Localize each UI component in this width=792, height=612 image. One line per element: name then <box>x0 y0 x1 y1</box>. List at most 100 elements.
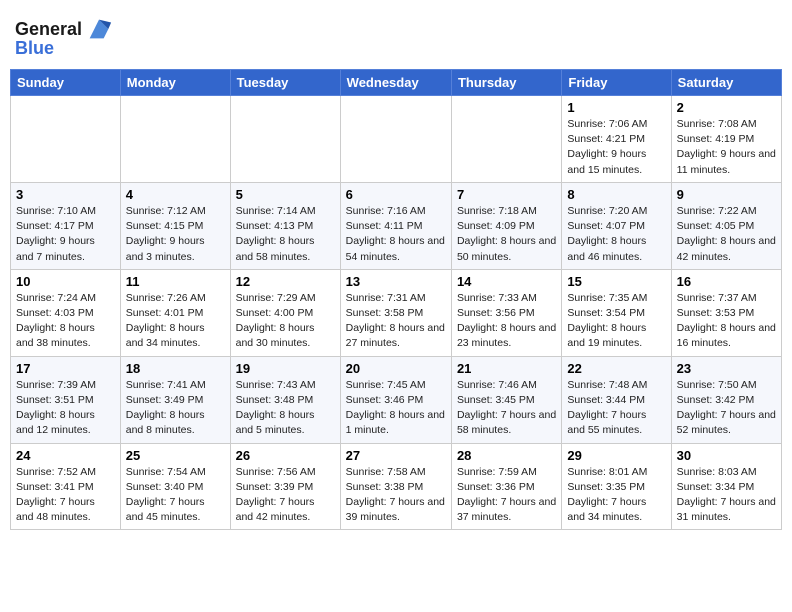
calendar-cell: 29 Sunrise: 8:01 AM Sunset: 3:35 PM Dayli… <box>562 443 671 530</box>
day-info: Sunrise: 7:26 AM Sunset: 4:01 PM Dayligh… <box>126 291 225 352</box>
day-number: 11 <box>126 274 225 289</box>
day-info: Sunrise: 7:31 AM Sunset: 3:58 PM Dayligh… <box>346 291 446 352</box>
calendar-cell <box>230 96 340 183</box>
day-info: Sunrise: 7:12 AM Sunset: 4:15 PM Dayligh… <box>126 204 225 265</box>
weekday-header-row: SundayMondayTuesdayWednesdayThursdayFrid… <box>11 70 782 96</box>
day-info: Sunrise: 7:35 AM Sunset: 3:54 PM Dayligh… <box>567 291 665 352</box>
weekday-header-wednesday: Wednesday <box>340 70 451 96</box>
calendar-cell <box>451 96 561 183</box>
day-info: Sunrise: 7:46 AM Sunset: 3:45 PM Dayligh… <box>457 378 556 439</box>
day-number: 4 <box>126 187 225 202</box>
day-number: 23 <box>677 361 776 376</box>
day-number: 10 <box>16 274 115 289</box>
calendar-week-row: 17 Sunrise: 7:39 AM Sunset: 3:51 PM Dayli… <box>11 356 782 443</box>
day-number: 12 <box>236 274 335 289</box>
day-number: 30 <box>677 448 776 463</box>
calendar-cell: 5Sunrise: 7:14 AM Sunset: 4:13 PM Daylig… <box>230 182 340 269</box>
calendar-cell: 27 Sunrise: 7:58 AM Sunset: 3:38 PM Dayli… <box>340 443 451 530</box>
day-info: Sunrise: 7:59 AM Sunset: 3:36 PM Dayligh… <box>457 465 556 526</box>
day-number: 18 <box>126 361 225 376</box>
calendar-cell: 21 Sunrise: 7:46 AM Sunset: 3:45 PM Dayli… <box>451 356 561 443</box>
calendar-cell <box>120 96 230 183</box>
day-info: Sunrise: 7:56 AM Sunset: 3:39 PM Dayligh… <box>236 465 335 526</box>
day-info: Sunrise: 8:01 AM Sunset: 3:35 PM Dayligh… <box>567 465 665 526</box>
calendar-week-row: 10 Sunrise: 7:24 AM Sunset: 4:03 PM Dayli… <box>11 269 782 356</box>
calendar-cell: 23 Sunrise: 7:50 AM Sunset: 3:42 PM Dayli… <box>671 356 781 443</box>
calendar-cell: 13Sunrise: 7:31 AM Sunset: 3:58 PM Dayli… <box>340 269 451 356</box>
calendar-cell: 8 Sunrise: 7:20 AM Sunset: 4:07 PM Daylig… <box>562 182 671 269</box>
calendar-cell: 18Sunrise: 7:41 AM Sunset: 3:49 PM Dayli… <box>120 356 230 443</box>
weekday-header-thursday: Thursday <box>451 70 561 96</box>
weekday-header-friday: Friday <box>562 70 671 96</box>
day-info: Sunrise: 7:20 AM Sunset: 4:07 PM Dayligh… <box>567 204 665 265</box>
day-info: Sunrise: 7:37 AM Sunset: 3:53 PM Dayligh… <box>677 291 776 352</box>
calendar-cell: 28 Sunrise: 7:59 AM Sunset: 3:36 PM Dayli… <box>451 443 561 530</box>
day-number: 5 <box>236 187 335 202</box>
day-number: 24 <box>16 448 115 463</box>
calendar-cell <box>11 96 121 183</box>
day-info: Sunrise: 7:54 AM Sunset: 3:40 PM Dayligh… <box>126 465 225 526</box>
page-header: General Blue <box>10 10 782 59</box>
calendar-cell: 1 Sunrise: 7:06 AM Sunset: 4:21 PM Daylig… <box>562 96 671 183</box>
day-number: 28 <box>457 448 556 463</box>
calendar-cell: 24 Sunrise: 7:52 AM Sunset: 3:41 PM Dayli… <box>11 443 121 530</box>
calendar-cell: 7Sunrise: 7:18 AM Sunset: 4:09 PM Daylig… <box>451 182 561 269</box>
calendar-cell: 19 Sunrise: 7:43 AM Sunset: 3:48 PM Dayli… <box>230 356 340 443</box>
calendar-cell: 17 Sunrise: 7:39 AM Sunset: 3:51 PM Dayli… <box>11 356 121 443</box>
calendar-cell: 2 Sunrise: 7:08 AM Sunset: 4:19 PM Daylig… <box>671 96 781 183</box>
calendar-cell: 26 Sunrise: 7:56 AM Sunset: 3:39 PM Dayli… <box>230 443 340 530</box>
day-number: 14 <box>457 274 556 289</box>
day-info: Sunrise: 7:33 AM Sunset: 3:56 PM Dayligh… <box>457 291 556 352</box>
weekday-header-saturday: Saturday <box>671 70 781 96</box>
day-number: 29 <box>567 448 665 463</box>
calendar-cell: 6Sunrise: 7:16 AM Sunset: 4:11 PM Daylig… <box>340 182 451 269</box>
calendar-cell: 10 Sunrise: 7:24 AM Sunset: 4:03 PM Dayli… <box>11 269 121 356</box>
day-info: Sunrise: 7:43 AM Sunset: 3:48 PM Dayligh… <box>236 378 335 439</box>
logo-icon <box>85 15 113 43</box>
day-number: 22 <box>567 361 665 376</box>
day-number: 17 <box>16 361 115 376</box>
day-number: 19 <box>236 361 335 376</box>
day-number: 6 <box>346 187 446 202</box>
calendar-week-row: 24 Sunrise: 7:52 AM Sunset: 3:41 PM Dayli… <box>11 443 782 530</box>
calendar-cell: 15 Sunrise: 7:35 AM Sunset: 3:54 PM Dayli… <box>562 269 671 356</box>
day-info: Sunrise: 7:06 AM Sunset: 4:21 PM Dayligh… <box>567 117 665 178</box>
day-info: Sunrise: 7:18 AM Sunset: 4:09 PM Dayligh… <box>457 204 556 265</box>
day-info: Sunrise: 7:50 AM Sunset: 3:42 PM Dayligh… <box>677 378 776 439</box>
day-info: Sunrise: 7:52 AM Sunset: 3:41 PM Dayligh… <box>16 465 115 526</box>
day-number: 27 <box>346 448 446 463</box>
calendar-week-row: 1 Sunrise: 7:06 AM Sunset: 4:21 PM Daylig… <box>11 96 782 183</box>
day-number: 2 <box>677 100 776 115</box>
day-number: 15 <box>567 274 665 289</box>
day-number: 3 <box>16 187 115 202</box>
calendar-cell: 22Sunrise: 7:48 AM Sunset: 3:44 PM Dayli… <box>562 356 671 443</box>
day-info: Sunrise: 7:58 AM Sunset: 3:38 PM Dayligh… <box>346 465 446 526</box>
day-number: 26 <box>236 448 335 463</box>
calendar-cell: 30Sunrise: 8:03 AM Sunset: 3:34 PM Dayli… <box>671 443 781 530</box>
day-number: 21 <box>457 361 556 376</box>
day-number: 9 <box>677 187 776 202</box>
logo: General Blue <box>15 15 113 59</box>
day-number: 20 <box>346 361 446 376</box>
weekday-header-monday: Monday <box>120 70 230 96</box>
calendar-cell: 4 Sunrise: 7:12 AM Sunset: 4:15 PM Daylig… <box>120 182 230 269</box>
calendar-cell: 14 Sunrise: 7:33 AM Sunset: 3:56 PM Dayli… <box>451 269 561 356</box>
calendar-cell: 16Sunrise: 7:37 AM Sunset: 3:53 PM Dayli… <box>671 269 781 356</box>
day-info: Sunrise: 7:10 AM Sunset: 4:17 PM Dayligh… <box>16 204 115 265</box>
day-number: 1 <box>567 100 665 115</box>
calendar-week-row: 3 Sunrise: 7:10 AM Sunset: 4:17 PM Daylig… <box>11 182 782 269</box>
weekday-header-tuesday: Tuesday <box>230 70 340 96</box>
calendar-cell: 12 Sunrise: 7:29 AM Sunset: 4:00 PM Dayli… <box>230 269 340 356</box>
day-info: Sunrise: 7:08 AM Sunset: 4:19 PM Dayligh… <box>677 117 776 178</box>
day-number: 8 <box>567 187 665 202</box>
calendar-cell: 11 Sunrise: 7:26 AM Sunset: 4:01 PM Dayli… <box>120 269 230 356</box>
day-info: Sunrise: 7:24 AM Sunset: 4:03 PM Dayligh… <box>16 291 115 352</box>
day-info: Sunrise: 7:29 AM Sunset: 4:00 PM Dayligh… <box>236 291 335 352</box>
calendar-cell: 3 Sunrise: 7:10 AM Sunset: 4:17 PM Daylig… <box>11 182 121 269</box>
calendar-cell: 25 Sunrise: 7:54 AM Sunset: 3:40 PM Dayli… <box>120 443 230 530</box>
day-info: Sunrise: 7:22 AM Sunset: 4:05 PM Dayligh… <box>677 204 776 265</box>
day-number: 25 <box>126 448 225 463</box>
day-info: Sunrise: 7:45 AM Sunset: 3:46 PM Dayligh… <box>346 378 446 439</box>
day-info: Sunrise: 7:39 AM Sunset: 3:51 PM Dayligh… <box>16 378 115 439</box>
calendar-table: SundayMondayTuesdayWednesdayThursdayFrid… <box>10 69 782 530</box>
